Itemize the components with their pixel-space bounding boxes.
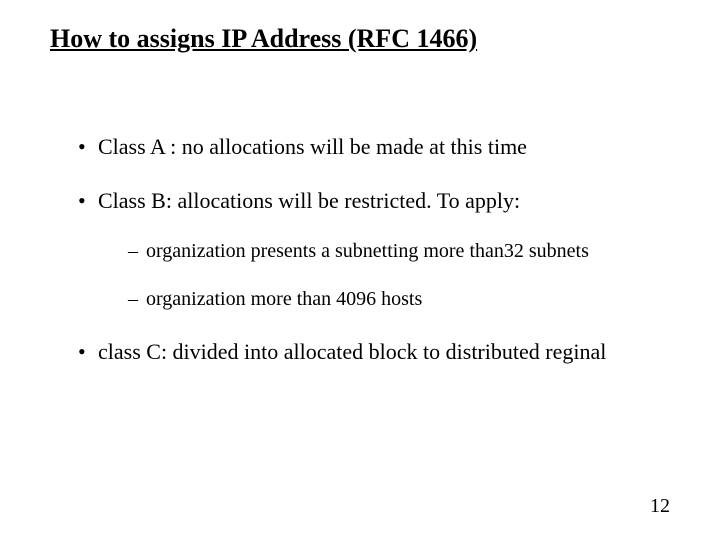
bullet-class-a: Class A : no allocations will be made at…: [78, 134, 670, 160]
bullet-class-c: class C: divided into allocated block to…: [78, 339, 670, 365]
slide: How to assigns IP Address (RFC 1466) Cla…: [0, 0, 720, 540]
bullet-list: Class A : no allocations will be made at…: [50, 134, 670, 365]
page-number: 12: [650, 495, 670, 518]
sub-bullet-1: organization presents a subnetting more …: [128, 239, 670, 263]
bullet-class-b-text: Class B: allocations will be restricted.…: [98, 188, 520, 213]
sub-bullet-list: organization presents a subnetting more …: [98, 239, 670, 311]
slide-title: How to assigns IP Address (RFC 1466): [50, 24, 670, 54]
title-main: How to assigns IP Address: [50, 24, 341, 53]
bullet-class-b: Class B: allocations will be restricted.…: [78, 188, 670, 310]
sub-bullet-2: organization more than 4096 hosts: [128, 287, 670, 311]
title-suffix: (RFC 1466): [341, 24, 477, 53]
